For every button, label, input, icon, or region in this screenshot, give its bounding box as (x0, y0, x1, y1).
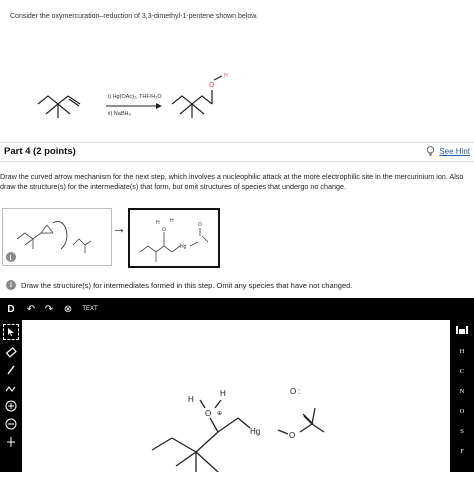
panel2-structures: H H O Hg O (139, 218, 209, 262)
product-oxygen: O (209, 82, 215, 89)
panel1-structures: i (6, 221, 92, 262)
panel-arrow: → (112, 220, 126, 236)
periodic-table-button[interactable] (450, 324, 474, 342)
element-palette: H C N O S F (450, 320, 474, 472)
eraser-icon (5, 347, 17, 358)
minus-charge-icon (5, 418, 17, 430)
question-intro: Consider the oxymercuration–reduction of… (10, 13, 258, 20)
panel2-atom-h1: H (156, 220, 160, 226)
step-instruction: i Draw the structure(s) for intermediate… (6, 280, 352, 290)
periodic-table-icon (456, 326, 468, 334)
redo-button[interactable]: ↷ (40, 298, 58, 320)
zoom-button[interactable]: ⊗ (58, 298, 78, 320)
canvas-atom-h2: H (220, 389, 226, 398)
single-bond-tool[interactable] (1, 361, 21, 379)
reagent-step2: ii) NaBH₄ (108, 111, 131, 117)
element-f[interactable]: F (450, 442, 474, 462)
element-o[interactable]: O (450, 402, 474, 422)
canvas-atom-o1: O (205, 409, 211, 418)
part-instructions: Draw the curved arrow mechanism for the … (0, 172, 464, 191)
reaction-arrow (106, 103, 162, 109)
new-document-button[interactable]: D (0, 298, 22, 320)
chain-tool[interactable] (1, 379, 21, 397)
product-structure (171, 75, 223, 118)
lightbulb-icon (427, 146, 435, 156)
editor-left-toolbar (0, 320, 22, 472)
drawing-canvas[interactable]: H H O ⊕ Hg O O : (22, 320, 450, 473)
erase-tool[interactable] (1, 343, 21, 361)
canvas-atom-o3: O (290, 387, 296, 396)
editor-top-toolbar: D ↶ ↷ ⊗ TEXT (0, 298, 474, 320)
bond-icon (7, 365, 15, 375)
product-hydrogen: H (224, 73, 228, 79)
element-c[interactable]: C (450, 362, 474, 382)
canvas-atom-hg: Hg (250, 427, 260, 436)
minus-charge-tool[interactable] (1, 415, 21, 433)
part-title: Part 4 (2 points) (4, 146, 76, 157)
text-tool-button[interactable]: TEXT (78, 298, 102, 320)
panel2-atom-o2: O (198, 222, 202, 228)
reactant-structure (37, 95, 81, 118)
panel2-atom-h2: H (170, 218, 174, 224)
canvas-structure: H H O ⊕ Hg O O : (151, 387, 325, 473)
arrow-icon (7, 437, 15, 447)
select-icon (8, 328, 14, 336)
canvas-atom-h1: H (188, 395, 194, 404)
element-h[interactable]: H (450, 342, 474, 362)
reaction-scheme: i) Hg(OAc)₂, THF/H₂O ii) NaBH₄ O H (37, 73, 228, 118)
step-instruction-text: Draw the structure(s) for intermediates … (21, 280, 353, 290)
panel1-info-icon: i (10, 254, 12, 262)
undo-button[interactable]: ↶ (22, 298, 40, 320)
chain-icon (5, 386, 16, 392)
see-hint-label: See Hint (439, 146, 470, 156)
mechanism-panel-1[interactable]: i (2, 208, 112, 266)
part-points: (2 points) (33, 146, 76, 157)
see-hint-button[interactable]: See Hint (426, 146, 470, 156)
canvas-atom-o2: O (289, 431, 295, 440)
canvas-oxonium-charge: ⊕ (217, 410, 222, 417)
mechanism-panel-2[interactable]: H H O Hg O (128, 208, 220, 268)
info-icon: i (6, 280, 16, 290)
plus-charge-icon (5, 400, 17, 412)
canvas-lone-pair-1: : (298, 387, 300, 396)
select-tool[interactable] (3, 324, 19, 340)
element-s[interactable]: S (450, 422, 474, 442)
panel2-atom-hg: Hg (180, 244, 187, 250)
plus-charge-tool[interactable] (1, 397, 21, 415)
reagent-step1: i) Hg(OAc)₂, THF/H₂O (108, 94, 162, 100)
element-n[interactable]: N (450, 382, 474, 402)
panel2-atom-o: O (162, 227, 166, 233)
arrow-tool[interactable] (1, 433, 21, 451)
part-number: Part 4 (4, 146, 31, 157)
